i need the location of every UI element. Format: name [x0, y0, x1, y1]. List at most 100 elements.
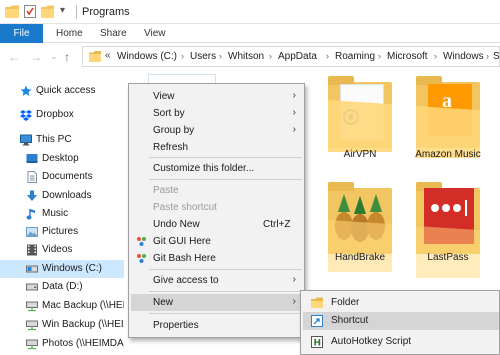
- quick-access-toolbar-dropdown[interactable]: ▾: [60, 5, 65, 16]
- breadcrumb-separator-icon[interactable]: ›: [181, 51, 184, 61]
- lastpass-dot-icon: [431, 204, 439, 212]
- nav-item-this-pc[interactable]: This PC: [0, 131, 124, 149]
- menu-item-label: View: [153, 91, 175, 102]
- folder-label-amazon-music: Amazon Music: [415, 149, 481, 160]
- breadcrumb-windows[interactable]: Windows: [443, 51, 484, 62]
- nav-label: Dropbox: [36, 109, 74, 120]
- folder-label-lastpass: LastPass: [427, 252, 469, 263]
- submenu-item-shortcut[interactable]: Shortcut: [303, 312, 499, 330]
- menu-item-label: Paste shortcut: [153, 202, 217, 213]
- breadcrumb-separator-icon[interactable]: ›: [434, 51, 437, 61]
- folder-lastpass[interactable]: [416, 182, 480, 278]
- new-submenu: Folder Shortcut H AutoHotkey Script: [300, 290, 500, 355]
- autohotkey-icon: H: [311, 336, 323, 348]
- back-arrow-icon[interactable]: ←: [8, 50, 20, 64]
- menu-item-group-by[interactable]: Group by ›: [131, 122, 302, 139]
- title-divider: [76, 5, 77, 19]
- nav-label: Win Backup (\\HEIM: [42, 319, 133, 330]
- drive-icon: [26, 265, 38, 273]
- nav-item-quick-access[interactable]: Quick access: [0, 82, 124, 100]
- breadcrumb-windows-c[interactable]: Windows (C:): [117, 51, 177, 62]
- nav-item-pictures[interactable]: Pictures: [0, 223, 124, 241]
- submenu-item-folder[interactable]: Folder: [303, 294, 499, 312]
- tab-home[interactable]: Home: [56, 24, 83, 43]
- properties-icon[interactable]: [24, 5, 36, 18]
- chevron-right-icon: ›: [292, 124, 296, 135]
- forward-arrow-icon[interactable]: →: [30, 50, 42, 64]
- menu-item-properties[interactable]: Properties: [131, 317, 302, 334]
- breadcrumb-separator-icon[interactable]: ›: [378, 51, 381, 61]
- menu-item-git-gui[interactable]: Git GUI Here: [131, 233, 302, 250]
- menu-shortcut: Ctrl+Z: [263, 219, 291, 230]
- menu-separator: [149, 313, 302, 314]
- tab-share[interactable]: Share: [100, 24, 127, 43]
- submenu-item-label: Shortcut: [331, 315, 369, 326]
- menu-item-view[interactable]: View ›: [131, 88, 302, 105]
- breadcrumb-appdata[interactable]: AppData: [278, 51, 317, 62]
- breadcrumb-start-menu[interactable]: S: [493, 51, 500, 62]
- menu-item-label: Properties: [153, 320, 199, 331]
- breadcrumb-separator-icon[interactable]: ›: [219, 51, 222, 61]
- nav-item-data-d[interactable]: Data (D:): [0, 278, 124, 296]
- nav-item-dropbox[interactable]: Dropbox: [0, 106, 124, 124]
- nav-item-downloads[interactable]: Downloads: [0, 187, 124, 205]
- submenu-item-autohotkey[interactable]: H AutoHotkey Script: [303, 333, 499, 351]
- address-row: ← → ⌄ ↑ « Windows (C:) › Users › Whitson…: [0, 43, 500, 70]
- recent-locations-chevron-icon[interactable]: ⌄: [50, 51, 58, 62]
- menu-item-git-bash[interactable]: Git Bash Here: [131, 250, 302, 267]
- nav-item-win-backup[interactable]: Win Backup (\\HEIM: [0, 316, 132, 334]
- menu-item-label: Git Bash Here: [153, 253, 216, 264]
- nav-item-desktop[interactable]: Desktop: [0, 150, 124, 168]
- menu-item-label: Refresh: [153, 142, 189, 153]
- menu-item-label: Git GUI Here: [153, 236, 211, 247]
- window-title: Programs: [82, 6, 130, 18]
- chevron-right-icon: ›: [292, 274, 296, 285]
- menu-item-refresh[interactable]: Refresh: [131, 139, 302, 156]
- folder-handbrake[interactable]: [328, 182, 392, 272]
- menu-separator: [149, 179, 302, 180]
- breadcrumb-whitson[interactable]: Whitson: [228, 51, 264, 62]
- breadcrumb-separator-icon[interactable]: ›: [269, 51, 272, 61]
- address-bar[interactable]: « Windows (C:) › Users › Whitson › AppDa…: [82, 46, 500, 67]
- folder-airvpn[interactable]: [328, 76, 392, 152]
- network-drive-icon: [26, 301, 38, 312]
- folder-amazon-music[interactable]: a: [416, 76, 480, 158]
- breadcrumb-separator-icon[interactable]: ›: [486, 51, 489, 61]
- tab-file[interactable]: File: [0, 24, 43, 43]
- menu-item-label: Customize this folder...: [153, 163, 255, 174]
- menu-item-sort-by[interactable]: Sort by ›: [131, 105, 302, 122]
- drive-icon: [26, 283, 38, 291]
- breadcrumb-roaming[interactable]: Roaming: [335, 51, 375, 62]
- desktop-icon: [26, 154, 38, 163]
- title-bar: ▾ Programs: [0, 0, 500, 24]
- submenu-item-label: Folder: [331, 297, 360, 308]
- tab-view[interactable]: View: [144, 24, 166, 43]
- nav-item-mac-backup[interactable]: Mac Backup (\\HEIM: [0, 297, 134, 315]
- new-folder-icon[interactable]: [41, 5, 54, 18]
- menu-item-label: Group by: [153, 125, 195, 136]
- nav-item-documents[interactable]: Documents: [0, 168, 124, 186]
- folder-icon: [5, 5, 19, 18]
- nav-item-music[interactable]: Music: [0, 205, 124, 223]
- star-icon: [20, 85, 32, 96]
- menu-item-label: Give access to: [153, 275, 219, 286]
- breadcrumb-users[interactable]: Users: [190, 51, 216, 62]
- menu-item-paste-shortcut[interactable]: Paste shortcut: [131, 199, 302, 216]
- documents-icon: [27, 171, 37, 183]
- menu-item-undo-new[interactable]: Undo New Ctrl+Z: [131, 216, 302, 233]
- menu-item-give-access[interactable]: Give access to ›: [131, 272, 302, 289]
- nav-item-windows-c[interactable]: Windows (C:): [0, 260, 124, 278]
- nav-item-photos[interactable]: Photos (\\HEIMDAL: [0, 335, 129, 353]
- folder-front: [328, 100, 392, 152]
- overflow-chevron-icon[interactable]: «: [105, 50, 111, 61]
- menu-item-paste[interactable]: Paste: [131, 182, 302, 199]
- lastpass-dot-icon: [453, 204, 461, 212]
- up-arrow-icon[interactable]: ↑: [64, 50, 70, 64]
- menu-item-customize-folder[interactable]: Customize this folder...: [131, 160, 302, 177]
- nav-label: Desktop: [42, 153, 79, 164]
- menu-item-label: New: [153, 297, 174, 308]
- breadcrumb-separator-icon[interactable]: ›: [326, 51, 329, 61]
- menu-item-new[interactable]: New ›: [131, 294, 302, 311]
- nav-item-videos[interactable]: Videos: [0, 241, 124, 259]
- breadcrumb-microsoft[interactable]: Microsoft: [387, 51, 428, 62]
